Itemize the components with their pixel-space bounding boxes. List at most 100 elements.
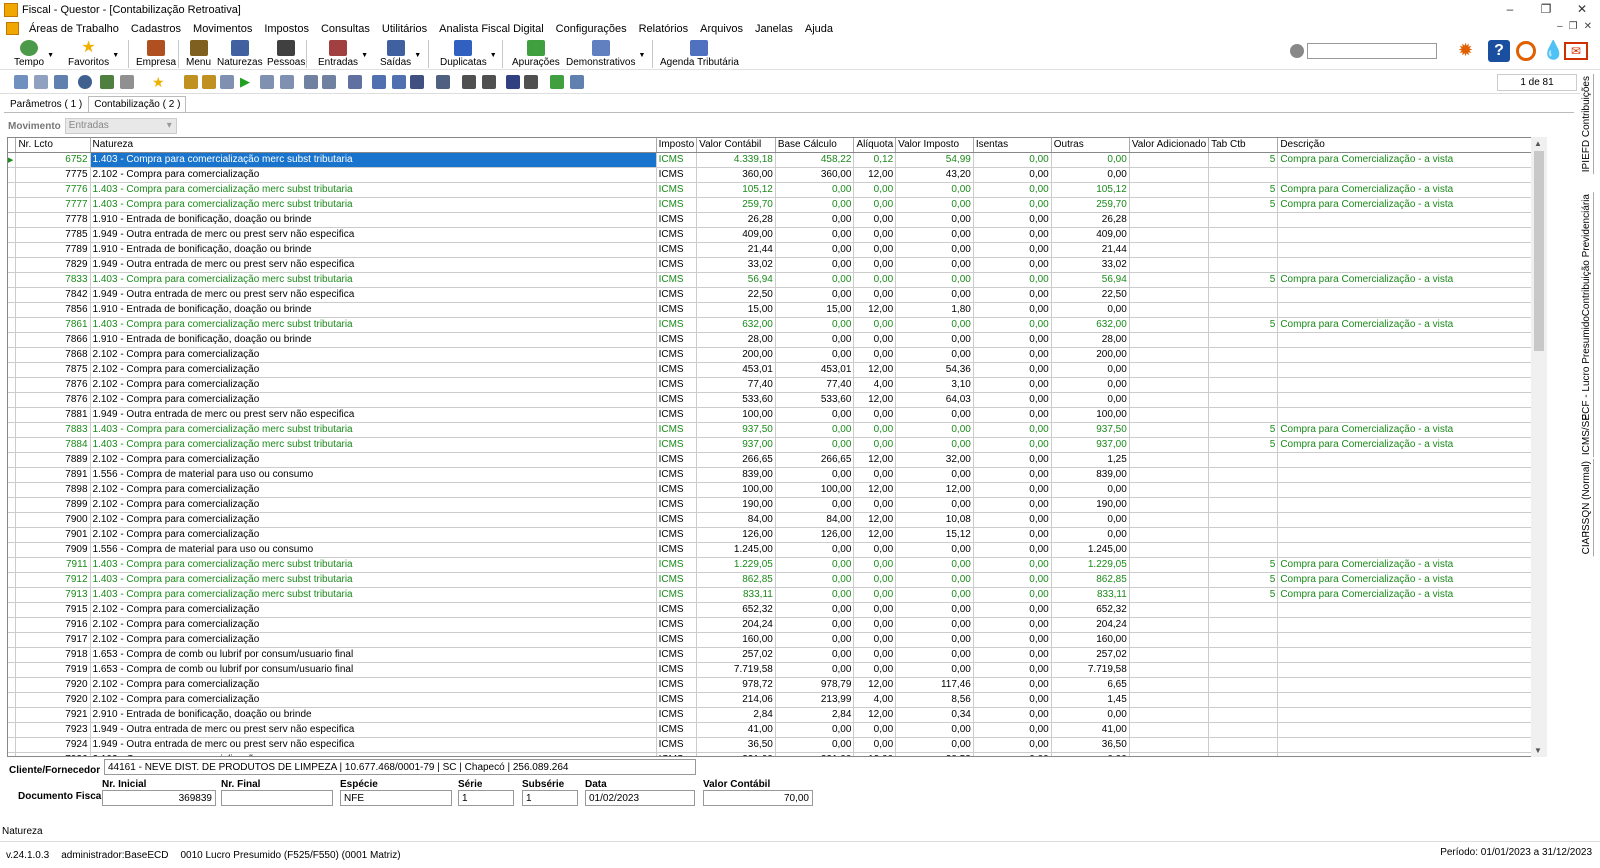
table-row[interactable]: 7915 2.102 - Compra para comercialização I… [8, 602, 1546, 618]
cell-descricao[interactable] [1277, 302, 1546, 318]
cell-nr-lcto[interactable]: 7911 [15, 557, 91, 573]
list-icon[interactable] [570, 75, 584, 89]
cell-outras[interactable]: 1,45 [1051, 692, 1130, 708]
table-row[interactable]: 7785 1.949 - Outra entrada de merc ou pre… [8, 227, 1546, 243]
cell-nr-lcto[interactable]: 7901 [15, 527, 91, 543]
cell-outras[interactable]: 6,65 [1051, 677, 1130, 693]
toolbar-saidas-button[interactable]: Saídas ▼ [380, 40, 421, 68]
cell-descricao[interactable] [1277, 227, 1546, 243]
cell-outras[interactable]: 33,02 [1051, 257, 1130, 273]
cell-outras[interactable]: 56,94 [1051, 272, 1130, 288]
cell-tab-ctb[interactable] [1208, 692, 1279, 708]
cell-isentas[interactable]: 0,00 [973, 722, 1052, 738]
chevron-down-icon[interactable]: ▼ [361, 52, 368, 59]
cliente-field[interactable]: 44161 - NEVE DIST. DE PRODUTOS DE LIMPEZ… [104, 759, 696, 775]
cell-valor-imposto[interactable]: 0,00 [895, 212, 974, 228]
cell-isentas[interactable]: 0,00 [973, 197, 1052, 213]
tab-contabilizacao[interactable]: Contabilização ( 2 ) [88, 96, 187, 113]
cell-valor-imposto[interactable]: 64,03 [895, 392, 974, 408]
cell-valor-imposto[interactable]: 3,10 [895, 377, 974, 393]
cell-descricao[interactable] [1277, 167, 1546, 183]
cell-natureza[interactable]: 2.102 - Compra para comercialização [90, 452, 657, 468]
table-row[interactable]: 7876 2.102 - Compra para comercialização I… [8, 377, 1546, 393]
cell-aliquota[interactable]: 4,00 [853, 377, 897, 393]
cell-valor-contabil[interactable]: 321,00 [696, 752, 776, 756]
cell-nr-lcto[interactable]: 7842 [15, 287, 91, 303]
table-row[interactable]: 7842 1.949 - Outra entrada de merc ou pre… [8, 287, 1546, 303]
cell-valor-imposto[interactable]: 0,00 [895, 497, 974, 513]
tools-icon[interactable] [524, 75, 538, 89]
side-tab-efd-contribuicoes[interactable]: EFD Contribuições [1580, 74, 1594, 162]
cell-descricao[interactable] [1277, 452, 1546, 468]
header-imposto[interactable]: Imposto [656, 138, 698, 153]
cell-valor-contabil[interactable]: 839,00 [696, 467, 776, 483]
header-nr-lcto[interactable]: Nr. Lcto [15, 138, 91, 153]
cell-tab-ctb[interactable] [1208, 482, 1279, 498]
cell-aliquota[interactable]: 0,00 [853, 347, 897, 363]
toolbar-naturezas-button[interactable]: Naturezas [217, 40, 263, 68]
cell-natureza[interactable]: 2.102 - Compra para comercialização [90, 527, 657, 543]
toolbar-demonstrativos-button[interactable]: Demonstrativos ▼ [566, 40, 645, 68]
cell-descricao[interactable] [1277, 497, 1546, 513]
cell-isentas[interactable]: 0,00 [973, 647, 1052, 663]
menu-consultas[interactable]: Consultas [315, 23, 376, 35]
cell-tab-ctb[interactable] [1208, 302, 1279, 318]
cell-valor-adicionado[interactable] [1129, 467, 1210, 483]
toolbar-empresa-button[interactable]: Empresa [136, 40, 176, 68]
cell-outras[interactable]: 0,00 [1051, 167, 1130, 183]
table-row[interactable]: 7856 1.910 - Entrada de bonificação, doaç… [8, 302, 1546, 318]
cell-valor-imposto[interactable]: 0,00 [895, 602, 974, 618]
cell-valor-contabil[interactable]: 77,40 [696, 377, 776, 393]
cell-imposto[interactable]: ICMS [656, 182, 698, 198]
cell-tab-ctb[interactable] [1208, 347, 1279, 363]
cell-imposto[interactable]: ICMS [656, 392, 698, 408]
cell-tab-ctb[interactable]: 5 [1208, 152, 1279, 168]
cell-imposto[interactable]: ICMS [656, 227, 698, 243]
cell-imposto[interactable]: ICMS [656, 632, 698, 648]
cell-valor-adicionado[interactable] [1129, 377, 1210, 393]
cell-tab-ctb[interactable]: 5 [1208, 197, 1279, 213]
cell-imposto[interactable]: ICMS [656, 242, 698, 258]
table-row[interactable]: 7923 1.949 - Outra entrada de merc ou pre… [8, 722, 1546, 738]
cell-imposto[interactable]: ICMS [656, 542, 698, 558]
cell-outras[interactable]: 105,12 [1051, 182, 1130, 198]
chevron-down-icon[interactable]: ▼ [112, 52, 119, 59]
cell-nr-lcto[interactable]: 7868 [15, 347, 91, 363]
cell-valor-imposto[interactable]: 0,00 [895, 287, 974, 303]
cell-descricao[interactable]: Compra para Comercialização - a vista [1277, 557, 1546, 573]
cell-base-calculo[interactable]: 0,00 [775, 257, 855, 273]
cell-valor-adicionado[interactable] [1129, 422, 1210, 438]
menu-impostos[interactable]: Impostos [258, 23, 315, 35]
cell-nr-lcto[interactable]: 7920 [15, 677, 91, 693]
download-icon[interactable] [54, 75, 68, 89]
menu-analista-fiscal-digital[interactable]: Analista Fiscal Digital [433, 23, 550, 35]
cell-nr-lcto[interactable]: 7856 [15, 302, 91, 318]
cell-outras[interactable]: 1.245,00 [1051, 542, 1130, 558]
cell-nr-lcto[interactable]: 7775 [15, 167, 91, 183]
cell-natureza[interactable]: 1.653 - Compra de comb ou lubrif por con… [90, 647, 657, 663]
cell-aliquota[interactable]: 0,00 [853, 542, 897, 558]
cell-valor-contabil[interactable]: 100,00 [696, 407, 776, 423]
cell-isentas[interactable]: 0,00 [973, 557, 1052, 573]
cell-valor-imposto[interactable]: 0,00 [895, 542, 974, 558]
cell-outras[interactable]: 937,50 [1051, 422, 1130, 438]
cell-valor-adicionado[interactable] [1129, 407, 1210, 423]
cell-tab-ctb[interactable] [1208, 497, 1279, 513]
cell-outras[interactable]: 0,00 [1051, 392, 1130, 408]
cell-tab-ctb[interactable] [1208, 167, 1279, 183]
cell-valor-contabil[interactable]: 41,00 [696, 722, 776, 738]
cell-valor-imposto[interactable]: 0,00 [895, 242, 974, 258]
cell-natureza[interactable]: 1.556 - Compra de material para uso ou c… [90, 467, 657, 483]
cell-outras[interactable]: 190,00 [1051, 497, 1130, 513]
cell-isentas[interactable]: 0,00 [973, 512, 1052, 528]
cell-nr-lcto[interactable]: 7918 [15, 647, 91, 663]
print-icon[interactable] [120, 75, 134, 89]
cell-valor-imposto[interactable]: 0,00 [895, 557, 974, 573]
back-icon[interactable] [14, 75, 28, 89]
cell-base-calculo[interactable]: 0,00 [775, 572, 855, 588]
toolbar-search-input[interactable] [1307, 43, 1437, 59]
cell-tab-ctb[interactable] [1208, 257, 1279, 273]
cell-isentas[interactable]: 0,00 [973, 272, 1052, 288]
side-tab-ciap[interactable]: CIAP [1580, 529, 1594, 557]
cell-base-calculo[interactable]: 0,00 [775, 647, 855, 663]
